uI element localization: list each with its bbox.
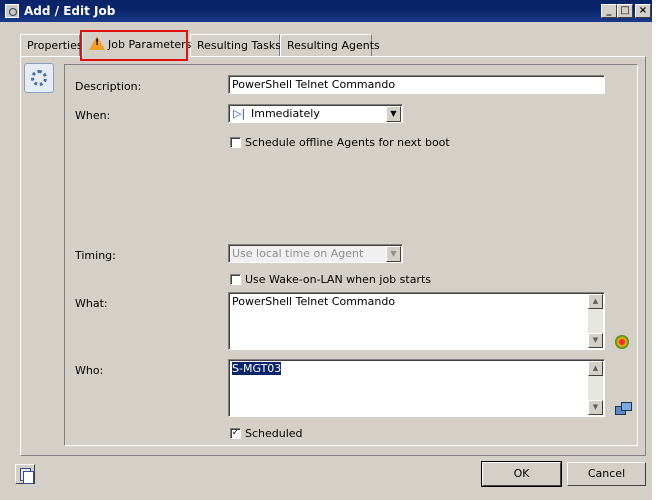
wake-on-lan-checkbox[interactable] bbox=[230, 274, 241, 285]
description-input[interactable]: PowerShell Telnet Commando bbox=[228, 75, 605, 94]
when-select[interactable]: ▷| Immediately ▼ bbox=[228, 104, 403, 123]
description-label: Description: bbox=[75, 80, 142, 93]
tab-properties[interactable]: Properties bbox=[20, 34, 83, 56]
timing-select[interactable]: Use local time on Agent ▼ bbox=[228, 244, 403, 263]
scroll-up-button[interactable]: ▲ bbox=[588, 361, 603, 376]
chevron-down-icon[interactable]: ▼ bbox=[386, 246, 401, 262]
copy-icon[interactable] bbox=[15, 464, 35, 484]
who-label: Who: bbox=[75, 364, 104, 377]
scroll-down-button[interactable]: ▼ bbox=[588, 333, 603, 348]
tab-resulting-agents[interactable]: Resulting Agents bbox=[280, 34, 380, 56]
close-button[interactable]: × bbox=[635, 4, 651, 18]
tab-label: Resulting Tasks bbox=[197, 39, 281, 52]
window-icon bbox=[5, 4, 19, 18]
tab-label: Resulting Agents bbox=[287, 39, 380, 52]
tab-resulting-tasks[interactable]: Resulting Tasks bbox=[190, 34, 281, 56]
background-window-edge bbox=[652, 0, 662, 500]
window-title: Add / Edit Job bbox=[24, 4, 116, 18]
gear-star-icon[interactable] bbox=[615, 335, 629, 349]
title-bar[interactable]: Add / Edit Job _ □ × bbox=[0, 0, 652, 22]
timing-label: Timing: bbox=[75, 249, 116, 262]
cancel-button[interactable]: Cancel bbox=[567, 462, 646, 486]
scheduled-label: Scheduled bbox=[245, 427, 303, 440]
who-textarea[interactable]: S-MGT03 ▲ ▼ bbox=[228, 359, 605, 417]
maximize-button[interactable]: □ bbox=[617, 4, 633, 18]
timing-value: Use local time on Agent bbox=[232, 247, 364, 260]
tab-label: Properties bbox=[27, 39, 83, 52]
minimize-button[interactable]: _ bbox=[601, 4, 617, 18]
schedule-offline-checkbox[interactable] bbox=[230, 137, 241, 148]
scheduled-checkbox[interactable]: ✓ bbox=[230, 428, 241, 439]
when-label: When: bbox=[75, 109, 111, 122]
highlight-box bbox=[80, 30, 188, 61]
scrollbar[interactable]: ▲ ▼ bbox=[588, 294, 603, 348]
schedule-offline-label: Schedule offline Agents for next boot bbox=[245, 136, 450, 149]
gear-settings-icon bbox=[24, 63, 54, 93]
play-icon: ▷| bbox=[233, 107, 246, 120]
wake-on-lan-label: Use Wake-on-LAN when job starts bbox=[245, 273, 432, 286]
computers-icon[interactable] bbox=[615, 402, 632, 416]
scrollbar[interactable]: ▲ ▼ bbox=[588, 361, 603, 415]
scroll-down-button[interactable]: ▼ bbox=[588, 400, 603, 415]
when-value: Immediately bbox=[251, 107, 320, 120]
chevron-down-icon[interactable]: ▼ bbox=[386, 106, 401, 122]
who-value: S-MGT03 bbox=[232, 362, 282, 375]
ok-button[interactable]: OK bbox=[481, 461, 562, 487]
what-value: PowerShell Telnet Commando bbox=[232, 295, 396, 308]
what-label: What: bbox=[75, 297, 108, 310]
what-textarea[interactable]: PowerShell Telnet Commando ▲ ▼ bbox=[228, 292, 605, 350]
scroll-up-button[interactable]: ▲ bbox=[588, 294, 603, 309]
